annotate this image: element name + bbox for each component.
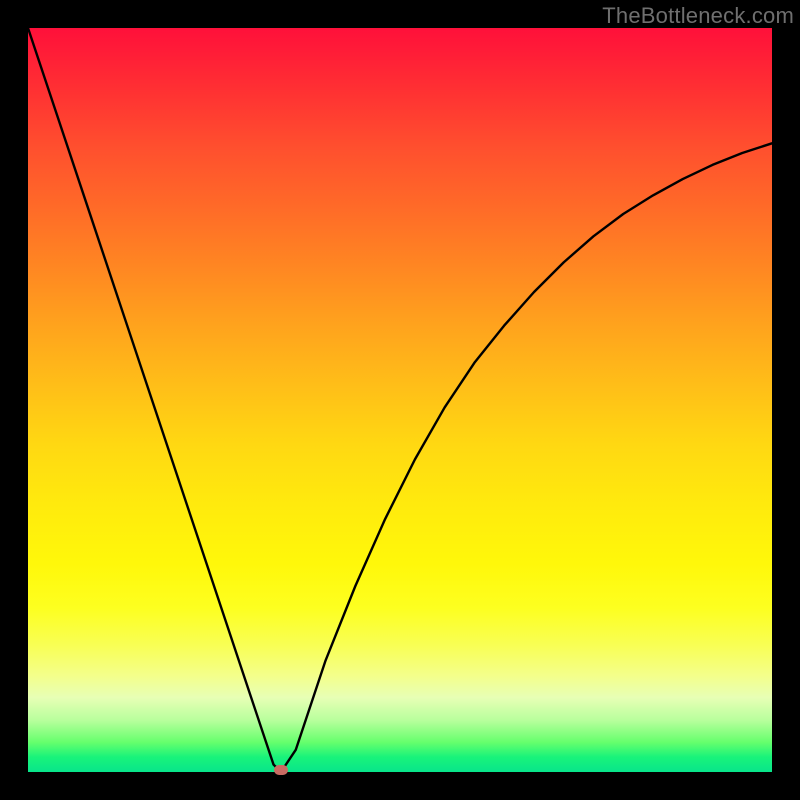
optimal-marker — [274, 765, 288, 775]
plot-area — [28, 28, 772, 772]
bottleneck-curve — [28, 28, 772, 772]
watermark-label: TheBottleneck.com — [602, 3, 794, 29]
chart-frame: TheBottleneck.com — [0, 0, 800, 800]
curve-path — [28, 28, 772, 772]
